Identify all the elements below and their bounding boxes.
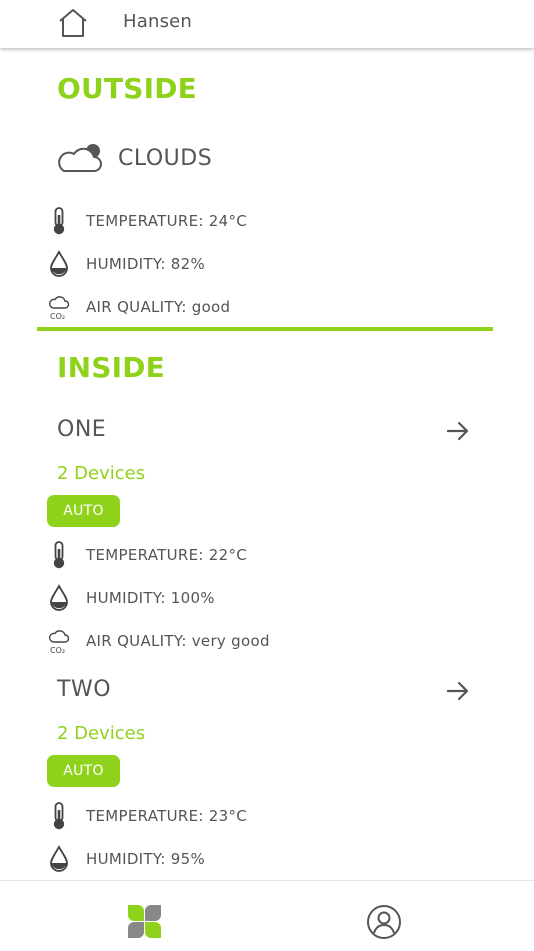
humidity-drop-icon (50, 584, 68, 611)
top-bar: Hansen (0, 0, 534, 48)
svg-text:CO₂: CO₂ (50, 646, 65, 655)
air-quality-label: AIR QUALITY: good (86, 298, 231, 316)
room-two-devices[interactable]: 2 Devices (57, 723, 145, 744)
room-two-auto-badge[interactable]: AUTO (47, 755, 120, 787)
home-icon[interactable] (56, 6, 90, 40)
home-name[interactable]: Hansen (123, 11, 192, 32)
humidity-label: HUMIDITY: 100% (86, 589, 215, 607)
co2-cloud-icon: CO₂ (48, 296, 70, 321)
air-quality-label: AIR QUALITY: very good (86, 632, 270, 650)
arrow-right-icon[interactable] (446, 680, 470, 702)
thermometer-icon (53, 802, 65, 830)
temperature-label: TEMPERATURE: 22°C (86, 546, 248, 564)
profile-icon[interactable] (366, 904, 402, 940)
thermometer-icon (53, 541, 65, 569)
room-one-devices[interactable]: 2 Devices (57, 463, 145, 484)
inside-title: INSIDE (57, 351, 166, 384)
svg-text:CO₂: CO₂ (50, 312, 65, 321)
thermometer-icon (53, 207, 65, 235)
bottom-nav (0, 880, 534, 951)
room-one-name[interactable]: ONE (57, 417, 106, 442)
humidity-drop-icon (50, 845, 68, 872)
temperature-label: TEMPERATURE: 23°C (86, 807, 248, 825)
room-one-auto-badge[interactable]: AUTO (47, 495, 120, 527)
room-two-name[interactable]: TWO (57, 677, 111, 702)
arrow-right-icon[interactable] (446, 420, 470, 442)
humidity-label: HUMIDITY: 82% (86, 255, 205, 273)
humidity-drop-icon (50, 250, 68, 277)
humidity-label: HUMIDITY: 95% (86, 850, 205, 868)
clouds-weather-icon (58, 144, 102, 172)
clover-home-icon[interactable] (126, 903, 163, 940)
section-divider (37, 327, 493, 331)
outside-title: OUTSIDE (57, 72, 197, 105)
main-content[interactable]: OUTSIDE CLOUDS TEMPERATURE: 24°C HUMIDIT… (0, 48, 534, 880)
temperature-label: TEMPERATURE: 24°C (86, 212, 248, 230)
co2-cloud-icon: CO₂ (48, 630, 70, 655)
weather-condition: CLOUDS (118, 146, 213, 171)
